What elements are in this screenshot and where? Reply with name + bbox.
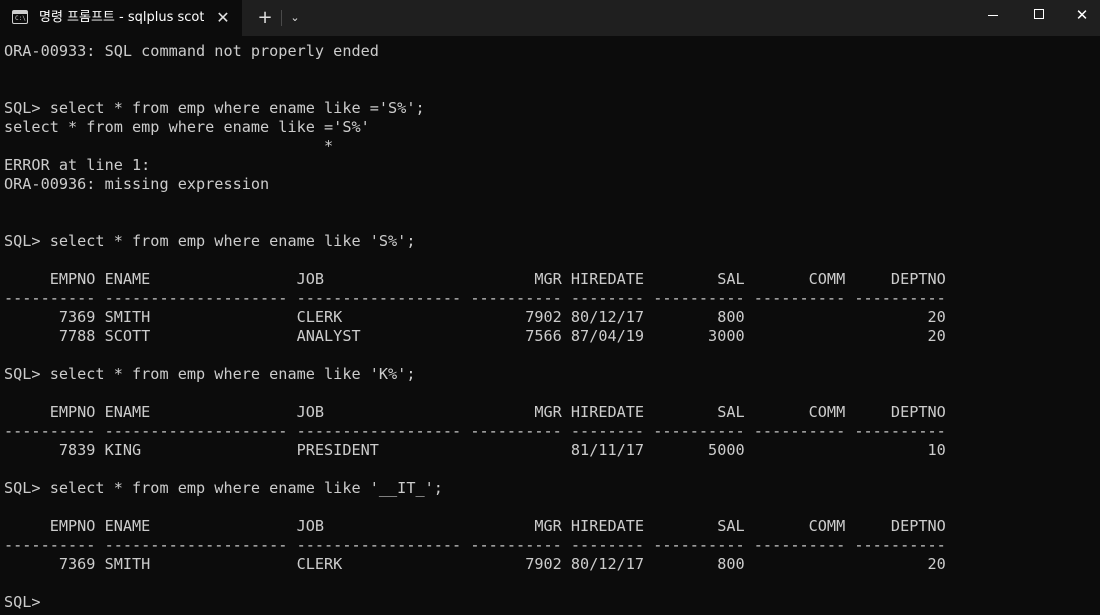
tab-title: 명령 프롬프트 - sqlplus scott/	[39, 10, 204, 25]
command-prompt-icon: C:\	[12, 10, 28, 24]
new-tab-button[interactable]: +	[255, 8, 275, 28]
close-window-button[interactable]: ✕	[1062, 0, 1100, 30]
terminal-line: ORA-00933: SQL command not properly ende…	[4, 42, 379, 60]
close-tab-icon[interactable]: ✕	[214, 9, 232, 27]
terminal-line: SQL> select * from emp where ename like …	[4, 232, 416, 250]
terminal-line: SQL> select * from emp where ename like …	[4, 479, 443, 497]
terminal-line: ---------- -------------------- --------…	[4, 536, 946, 554]
terminal-line: ORA-00936: missing expression	[4, 175, 270, 193]
terminal-window: C:\ 명령 프롬프트 - sqlplus scott/ ✕ + ⌄ ✕ ORA…	[0, 0, 1100, 615]
chevron-down-icon[interactable]: ⌄	[286, 8, 304, 28]
terminal-line: select * from emp where ename like ='S%'	[4, 118, 370, 136]
minimize-button[interactable]	[970, 0, 1016, 30]
terminal-line: SQL>	[4, 593, 41, 611]
maximize-button[interactable]	[1016, 0, 1062, 30]
terminal-line: SQL> select * from emp where ename like …	[4, 365, 416, 383]
tab-divider	[281, 10, 282, 26]
minimize-icon	[988, 15, 998, 16]
title-bar[interactable]: C:\ 명령 프롬프트 - sqlplus scott/ ✕ + ⌄ ✕	[0, 0, 1100, 36]
command-prompt-icon-glyph: C:\	[15, 15, 26, 22]
terminal-line: EMPNO ENAME JOB MGR HIREDATE SAL COMM DE…	[4, 403, 946, 421]
active-tab[interactable]: C:\ 명령 프롬프트 - sqlplus scott/ ✕	[0, 0, 242, 36]
terminal-output[interactable]: ORA-00933: SQL command not properly ende…	[4, 42, 1094, 612]
terminal-line: ---------- -------------------- --------…	[4, 289, 946, 307]
terminal-line: SQL> select * from emp where ename like …	[4, 99, 425, 117]
terminal-line: ---------- -------------------- --------…	[4, 422, 946, 440]
terminal-line: ERROR at line 1:	[4, 156, 151, 174]
terminal-line: 7839 KING PRESIDENT 81/11/17 5000 10	[4, 441, 946, 459]
close-icon: ✕	[1075, 6, 1089, 24]
terminal-line: 7369 SMITH CLERK 7902 80/12/17 800 20	[4, 555, 946, 573]
terminal-line: EMPNO ENAME JOB MGR HIREDATE SAL COMM DE…	[4, 270, 946, 288]
terminal-line: *	[4, 137, 334, 155]
terminal-line: 7369 SMITH CLERK 7902 80/12/17 800 20	[4, 308, 946, 326]
terminal-line: 7788 SCOTT ANALYST 7566 87/04/19 3000 20	[4, 327, 946, 345]
terminal-line: EMPNO ENAME JOB MGR HIREDATE SAL COMM DE…	[4, 517, 946, 535]
maximize-icon	[1034, 9, 1044, 19]
